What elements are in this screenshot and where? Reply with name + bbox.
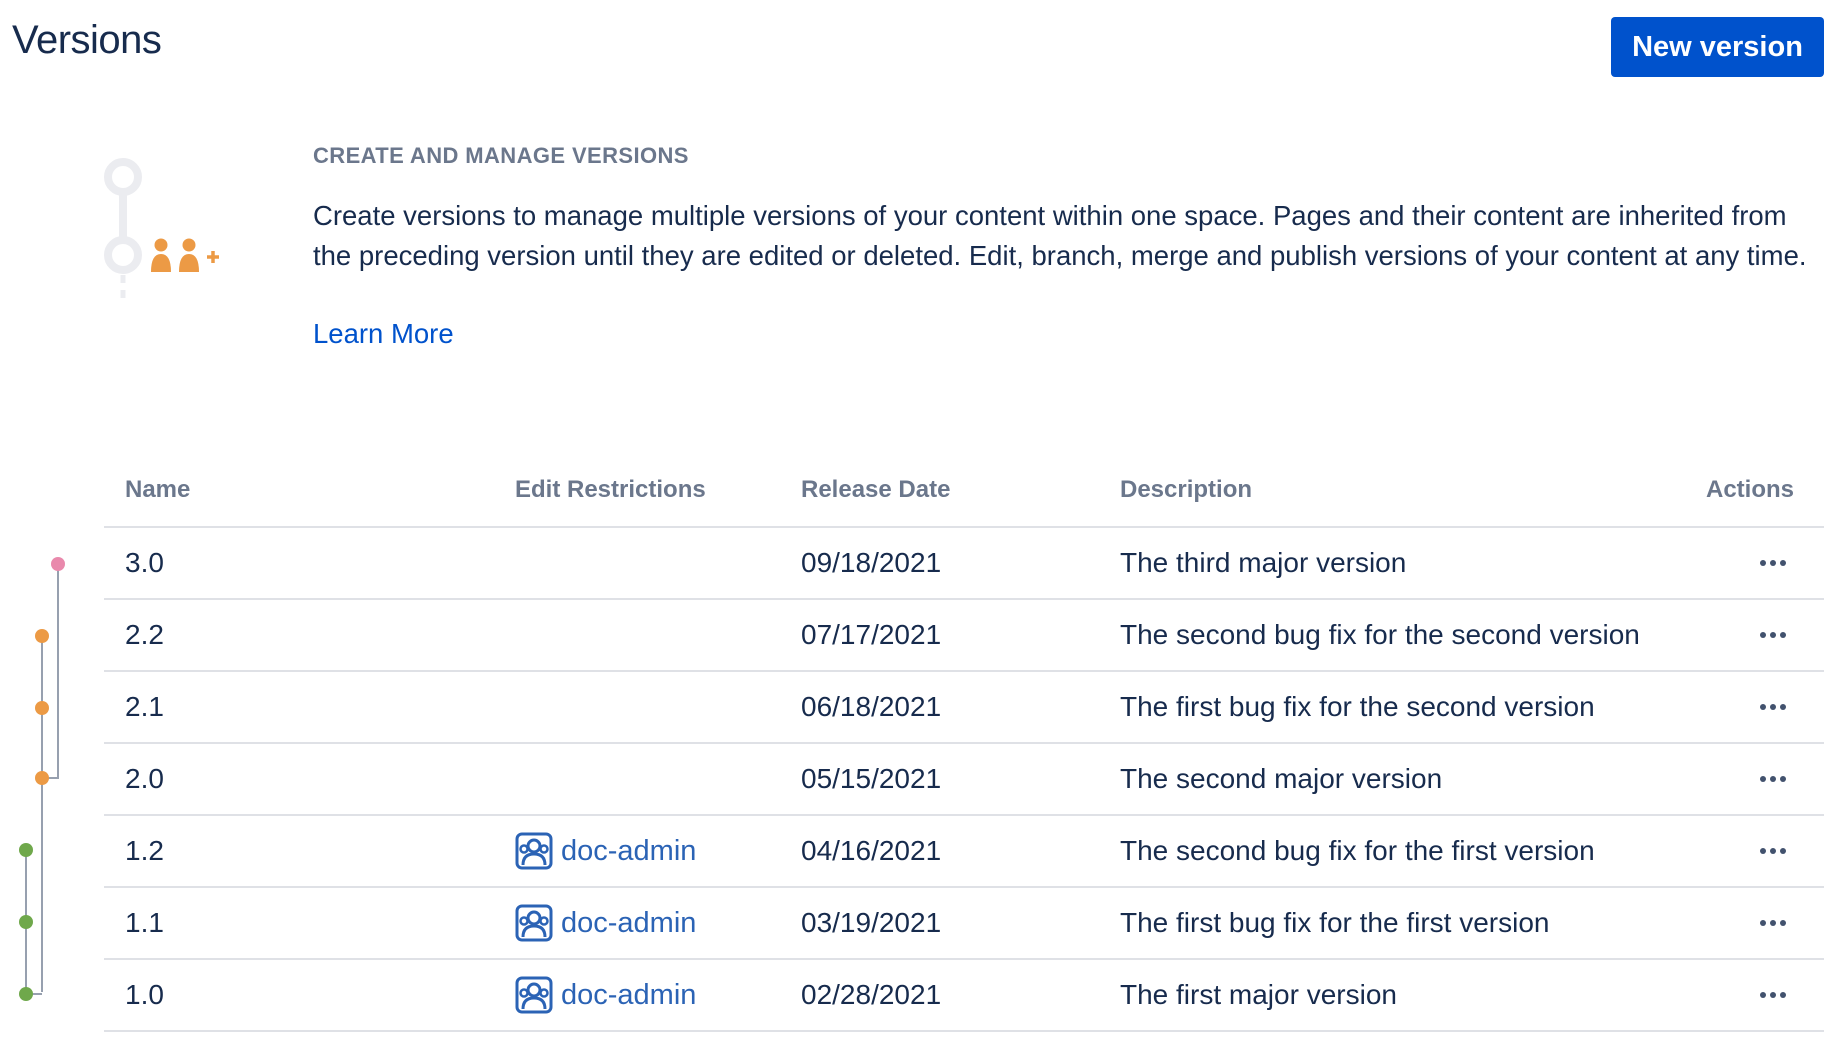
version-description: The second bug fix for the first version bbox=[1120, 835, 1595, 866]
header-release-date[interactable]: Release Date bbox=[801, 476, 950, 504]
header-edit-restrictions[interactable]: Edit Restrictions bbox=[515, 476, 706, 504]
hero-description: Create versions to manage multiple versi… bbox=[313, 200, 1807, 271]
tree-node-2-2 bbox=[35, 629, 49, 643]
versions-table: Name Edit Restrictions Release Date Desc… bbox=[104, 466, 1824, 1032]
more-horizontal-icon[interactable] bbox=[1752, 772, 1794, 786]
version-name[interactable]: 1.0 bbox=[125, 979, 164, 1011]
release-date: 03/19/2021 bbox=[801, 907, 942, 938]
new-version-button[interactable]: New version bbox=[1611, 17, 1824, 77]
version-description: The first major version bbox=[1120, 979, 1397, 1010]
header-actions: Actions bbox=[1705, 476, 1794, 503]
tree-node-3-0 bbox=[51, 557, 65, 571]
release-date: 05/15/2021 bbox=[801, 763, 942, 794]
learn-more-link[interactable]: Learn More bbox=[313, 318, 454, 350]
more-horizontal-icon[interactable] bbox=[1752, 700, 1794, 714]
tree-node-1-2 bbox=[19, 843, 33, 857]
edit-restriction: doc-admin bbox=[515, 832, 696, 870]
restriction-user-link[interactable]: doc-admin bbox=[561, 835, 696, 868]
edit-restriction: doc-admin bbox=[515, 976, 696, 1014]
versions-illustration bbox=[96, 152, 236, 317]
tree-node-1-0 bbox=[19, 987, 33, 1001]
version-name[interactable]: 2.1 bbox=[125, 691, 164, 723]
version-name[interactable]: 1.2 bbox=[125, 835, 164, 867]
tree-node-2-0 bbox=[35, 771, 49, 785]
table-row: 1.0 doc-admin 02/28/2021 The first major… bbox=[104, 960, 1824, 1032]
table-row: 2.2 07/17/2021 The second bug fix for th… bbox=[104, 600, 1824, 672]
more-horizontal-icon[interactable] bbox=[1752, 844, 1794, 858]
release-date: 04/16/2021 bbox=[801, 835, 942, 866]
user-group-icon bbox=[515, 976, 553, 1014]
version-tree bbox=[19, 557, 65, 1001]
version-name[interactable]: 1.1 bbox=[125, 907, 164, 939]
restriction-user-link[interactable]: doc-admin bbox=[561, 907, 696, 940]
hero-heading: CREATE AND MANAGE VERSIONS bbox=[313, 143, 689, 168]
tree-node-1-1 bbox=[19, 915, 33, 929]
release-date: 07/17/2021 bbox=[801, 619, 942, 650]
version-name[interactable]: 3.0 bbox=[125, 547, 164, 579]
version-name[interactable]: 2.0 bbox=[125, 763, 164, 795]
user-group-icon bbox=[515, 904, 553, 942]
edit-restriction: doc-admin bbox=[515, 904, 696, 942]
table-row: 3.0 09/18/2021 The third major version bbox=[104, 528, 1824, 600]
version-description: The first bug fix for the second version bbox=[1120, 691, 1595, 722]
more-horizontal-icon[interactable] bbox=[1752, 988, 1794, 1002]
more-horizontal-icon[interactable] bbox=[1752, 916, 1794, 930]
version-description: The first bug fix for the first version bbox=[1120, 907, 1550, 938]
release-date: 02/28/2021 bbox=[801, 979, 942, 1010]
version-description: The second bug fix for the second versio… bbox=[1120, 619, 1640, 650]
header-description[interactable]: Description bbox=[1120, 476, 1252, 504]
table-row: 2.0 05/15/2021 The second major version bbox=[104, 744, 1824, 816]
table-row: 1.1 doc-admin 03/19/2021 The first bug f… bbox=[104, 888, 1824, 960]
user-group-icon bbox=[515, 832, 553, 870]
more-horizontal-icon[interactable] bbox=[1752, 556, 1794, 570]
table-row: 1.2 doc-admin 04/16/2021 The second bug … bbox=[104, 816, 1824, 888]
more-horizontal-icon[interactable] bbox=[1752, 628, 1794, 642]
table-header: Name Edit Restrictions Release Date Desc… bbox=[104, 466, 1824, 528]
release-date: 06/18/2021 bbox=[801, 691, 942, 722]
version-description: The second major version bbox=[1120, 763, 1443, 794]
version-name[interactable]: 2.2 bbox=[125, 619, 164, 651]
tree-node-2-1 bbox=[35, 701, 49, 715]
release-date: 09/18/2021 bbox=[801, 547, 942, 578]
header-name[interactable]: Name bbox=[125, 476, 190, 504]
version-description: The third major version bbox=[1120, 547, 1407, 578]
restriction-user-link[interactable]: doc-admin bbox=[561, 979, 696, 1012]
table-row: 2.1 06/18/2021 The first bug fix for the… bbox=[104, 672, 1824, 744]
